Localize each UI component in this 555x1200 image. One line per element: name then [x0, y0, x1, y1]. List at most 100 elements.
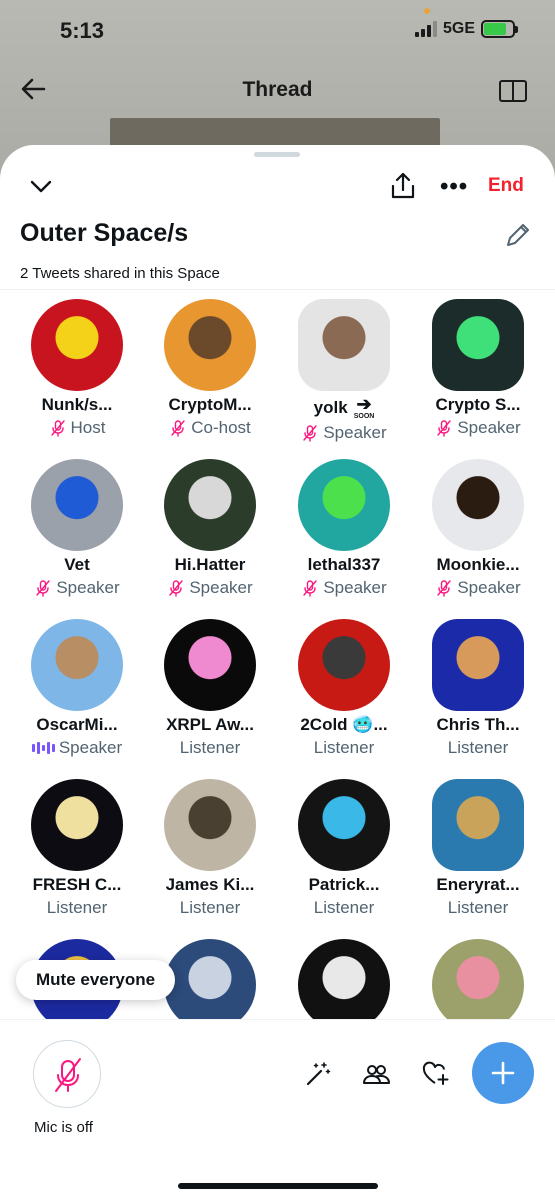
plus-icon [491, 1061, 515, 1085]
participant-role: Listener [277, 738, 411, 758]
mute-everyone-button[interactable]: Mute everyone [16, 960, 176, 1000]
participant-name: Eneryrat... [436, 875, 520, 894]
avatar[interactable] [298, 299, 390, 391]
privacy-indicator-dot [424, 8, 430, 14]
participant-name: Patrick... [308, 875, 380, 894]
participant-card[interactable]: Hi.Hatter Speaker [143, 459, 277, 609]
home-indicator[interactable] [178, 1183, 378, 1189]
participant-card[interactable]: Crypto S... Speaker [411, 299, 545, 449]
add-button[interactable] [472, 1042, 534, 1104]
mic-off-icon [36, 580, 51, 597]
role-label: Co-host [191, 418, 251, 437]
participant-role: Speaker [411, 418, 545, 438]
avatar[interactable] [164, 779, 256, 871]
avatar[interactable] [298, 619, 390, 711]
participant-role: Speaker [277, 578, 411, 598]
participant-card[interactable]: Nunk/s... Host [10, 299, 144, 449]
avatar[interactable] [164, 459, 256, 551]
participant-card[interactable]: Eneryrat... Listener [411, 779, 545, 929]
reader-icon[interactable] [499, 80, 527, 102]
participant-card[interactable]: James Ki... Listener [143, 779, 277, 929]
space-sheet: ••• End Outer Space/s 2 Tweets shared in… [0, 145, 555, 1200]
avatar[interactable] [298, 459, 390, 551]
mic-status-label: Mic is off [34, 1119, 93, 1136]
chevron-down-icon[interactable] [30, 175, 52, 197]
mic-off-icon [303, 580, 318, 597]
participant-card[interactable]: Moonkie... Speaker [411, 459, 545, 609]
role-label: Listener [46, 898, 108, 917]
role-label: Listener [313, 898, 375, 917]
tweets-shared-text[interactable]: 2 Tweets shared in this Space [20, 265, 220, 282]
signal-icon [414, 21, 437, 37]
avatar[interactable] [164, 619, 256, 711]
avatar[interactable] [298, 939, 390, 1031]
role-label: Speaker [56, 578, 120, 597]
participant-card[interactable]: OscarMi... Speaker [10, 619, 144, 769]
role-label: Speaker [457, 578, 521, 597]
sheet-grabber[interactable] [254, 152, 300, 157]
share-icon[interactable] [388, 171, 418, 201]
people-icon[interactable] [362, 1060, 390, 1088]
participant-name: Moonkie... [436, 555, 520, 574]
avatar[interactable] [432, 939, 524, 1031]
avatar[interactable] [432, 779, 524, 871]
participant-role: Speaker [277, 423, 411, 443]
avatar[interactable] [298, 779, 390, 871]
participant-card[interactable]: Vet Speaker [10, 459, 144, 609]
participant-card[interactable]: FRESH C... Listener [10, 779, 144, 929]
avatar[interactable] [31, 459, 123, 551]
participant-role: Listener [143, 738, 277, 758]
participant-card[interactable]: 2Cold 🥶... Listener [277, 619, 411, 769]
participant-name: 2Cold 🥶... [300, 715, 388, 734]
mic-off-icon [55, 1058, 81, 1092]
participant-card[interactable]: Patrick... Listener [277, 779, 411, 929]
more-options-icon[interactable]: ••• [440, 173, 468, 201]
magic-wand-icon[interactable] [304, 1060, 332, 1088]
network-type: 5GE [442, 20, 475, 37]
role-label: Listener [179, 738, 241, 757]
participant-card[interactable]: Chris Th... Listener [411, 619, 545, 769]
heart-add-icon[interactable] [421, 1060, 449, 1088]
participant-name: yolk ➔ SOON [277, 395, 411, 420]
avatar[interactable] [432, 459, 524, 551]
end-space-button[interactable]: End [488, 175, 524, 197]
participant-role: Speaker [143, 578, 277, 598]
participant-card[interactable]: lethal337 Speaker [277, 459, 411, 609]
role-label: Host [70, 418, 106, 437]
role-label: Listener [179, 898, 241, 917]
role-label: Speaker [457, 418, 521, 437]
participant-name: lethal337 [307, 555, 381, 574]
participant-name: James Ki... [165, 875, 255, 894]
thread-title: Thread [242, 78, 313, 101]
mic-toggle-button[interactable] [33, 1040, 101, 1108]
role-label: Speaker [323, 578, 387, 597]
avatar[interactable] [164, 939, 256, 1031]
status-time: 5:13 [60, 18, 105, 43]
mic-off-icon [437, 420, 452, 437]
participant-name: Hi.Hatter [174, 555, 246, 574]
avatar[interactable] [432, 619, 524, 711]
bottom-bar: Mic is off [0, 1019, 555, 1200]
participant-card[interactable]: yolk ➔ SOON Speaker [277, 299, 411, 449]
participant-name: Crypto S... [435, 395, 521, 414]
role-label: Speaker [323, 423, 387, 442]
sheet-toolbar: ••• End [0, 169, 555, 205]
divider [0, 289, 555, 290]
participant-role: Listener [411, 898, 545, 918]
participant-role: Speaker [10, 578, 144, 598]
participant-role: Host [10, 418, 144, 438]
avatar[interactable] [31, 299, 123, 391]
participant-role: Co-host [143, 418, 277, 438]
participant-role: Listener [411, 738, 545, 758]
participant-role: Speaker [411, 578, 545, 598]
avatar[interactable] [31, 779, 123, 871]
participant-name: XRPL Aw... [166, 715, 254, 734]
avatar[interactable] [432, 299, 524, 391]
avatar[interactable] [31, 619, 123, 711]
edit-pencil-icon[interactable] [504, 221, 532, 249]
participant-card[interactable]: XRPL Aw... Listener [143, 619, 277, 769]
participant-role: Listener [143, 898, 277, 918]
avatar[interactable] [164, 299, 256, 391]
role-label: Listener [447, 898, 509, 917]
participant-card[interactable]: CryptoM... Co-host [143, 299, 277, 449]
